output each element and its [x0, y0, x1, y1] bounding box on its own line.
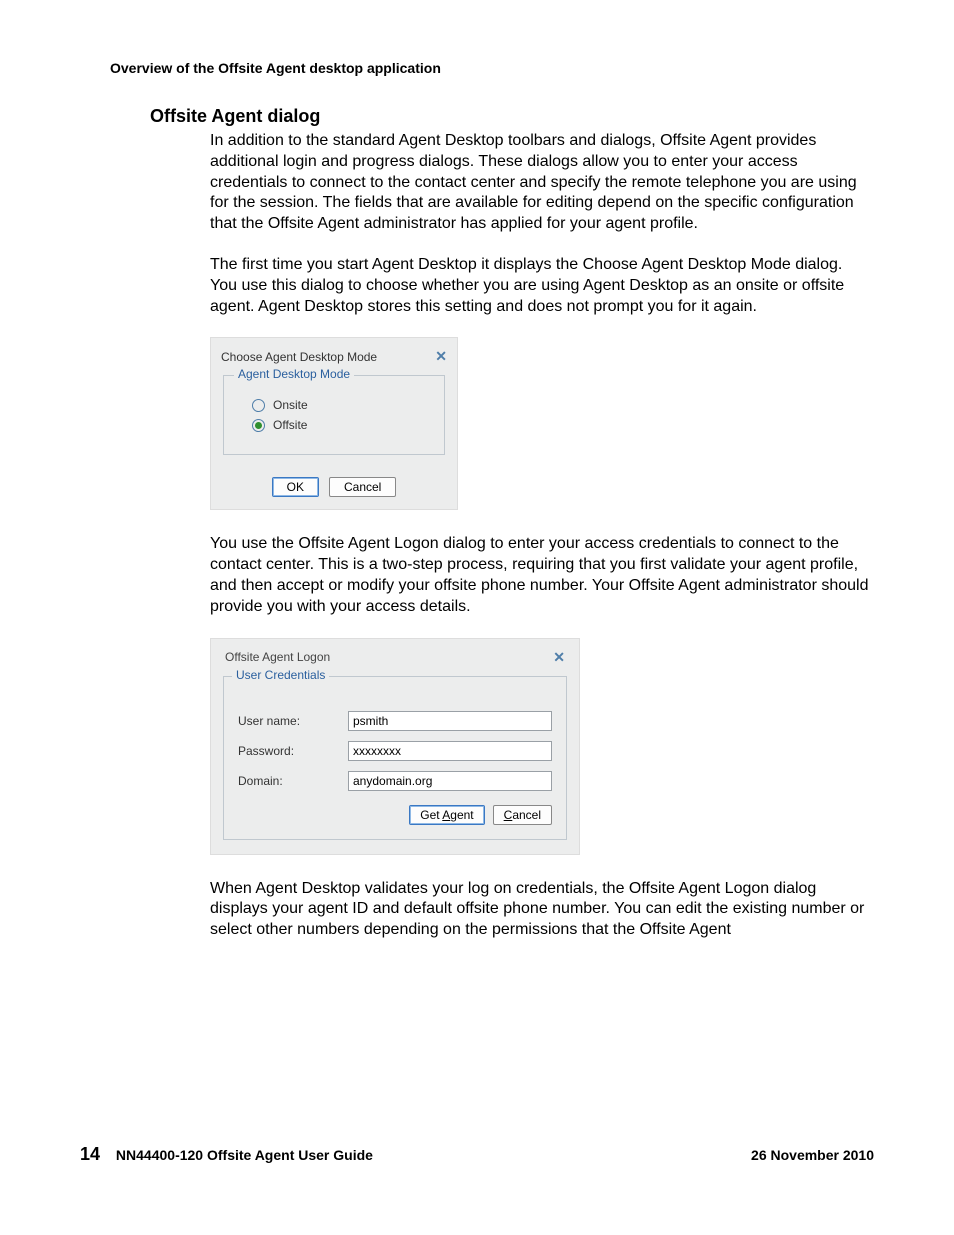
- paragraph-4: When Agent Desktop validates your log on…: [210, 879, 870, 941]
- logon-dialog-title: Offsite Agent Logon: [225, 650, 330, 664]
- password-label: Password:: [238, 744, 348, 758]
- section-title: Offsite Agent dialog: [150, 106, 874, 127]
- user-credentials-group: User Credentials User name: Password: Do…: [223, 676, 567, 840]
- paragraph-3: You use the Offsite Agent Logon dialog t…: [210, 534, 870, 617]
- running-head: Overview of the Offsite Agent desktop ap…: [110, 60, 874, 76]
- domain-label: Domain:: [238, 774, 348, 788]
- doc-title: NN44400-120 Offsite Agent User Guide: [116, 1147, 373, 1163]
- paragraph-1: In addition to the standard Agent Deskto…: [210, 131, 870, 235]
- ok-button[interactable]: OK: [272, 477, 319, 497]
- cancel-button[interactable]: Cancel: [329, 477, 396, 497]
- radio-icon-on: [252, 419, 265, 432]
- offsite-agent-logon-dialog: Offsite Agent Logon ✕ User Credentials U…: [210, 638, 580, 855]
- close-icon[interactable]: ✕: [435, 348, 447, 365]
- page-footer: 14 NN44400-120 Offsite Agent User Guide …: [0, 1144, 954, 1165]
- agent-desktop-mode-group: Agent Desktop Mode Onsite Offsite: [223, 375, 445, 455]
- username-input[interactable]: [348, 711, 552, 731]
- group-legend: Agent Desktop Mode: [234, 367, 354, 381]
- radio-onsite-label: Onsite: [273, 398, 308, 412]
- username-label: User name:: [238, 714, 348, 728]
- domain-input[interactable]: [348, 771, 552, 791]
- cancel-button[interactable]: Cancel: [493, 805, 552, 825]
- footer-date: 26 November 2010: [751, 1147, 874, 1163]
- group-legend: User Credentials: [232, 668, 329, 682]
- choose-mode-dialog-title: Choose Agent Desktop Mode: [221, 350, 377, 364]
- choose-mode-dialog: Choose Agent Desktop Mode ✕ Agent Deskto…: [210, 337, 458, 510]
- close-icon[interactable]: ✕: [553, 649, 565, 666]
- get-agent-button[interactable]: Get Agent: [409, 805, 484, 825]
- radio-offsite[interactable]: Offsite: [252, 418, 434, 432]
- radio-onsite[interactable]: Onsite: [252, 398, 434, 412]
- paragraph-2: The first time you start Agent Desktop i…: [210, 255, 870, 317]
- page-number: 14: [80, 1144, 100, 1164]
- radio-icon-off: [252, 399, 265, 412]
- radio-offsite-label: Offsite: [273, 418, 307, 432]
- password-input[interactable]: [348, 741, 552, 761]
